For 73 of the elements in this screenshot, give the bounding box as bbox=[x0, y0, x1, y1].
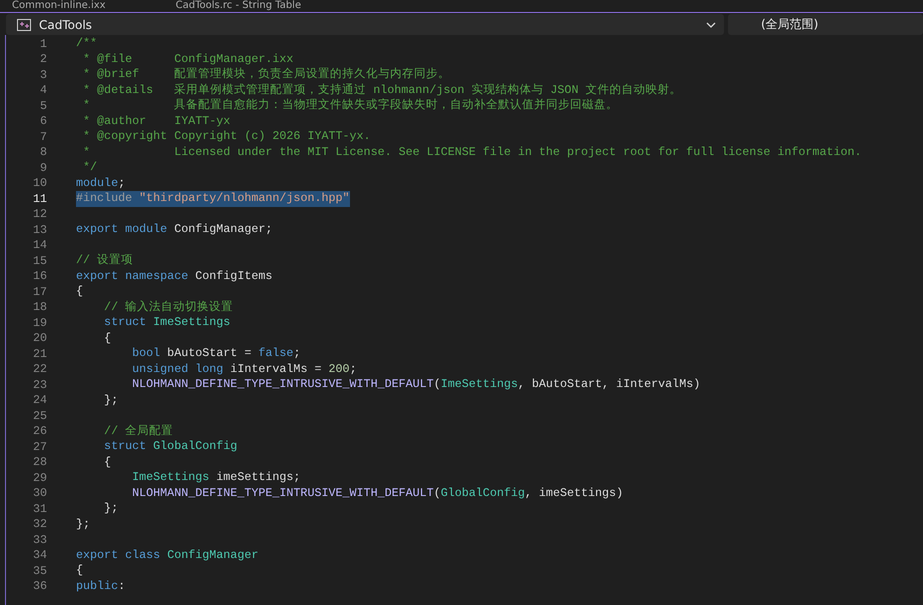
line-number: 2 bbox=[38, 52, 47, 66]
project-icon bbox=[17, 18, 31, 30]
code-line: * @copyright Copyright (c) 2026 IYATT-yx. bbox=[82, 129, 371, 144]
line-number: 13 bbox=[32, 222, 47, 237]
code-line: * Licensed under the MIT License. See LICENSE file in the project root for full license information. bbox=[82, 144, 862, 160]
line-number: 10 bbox=[32, 176, 47, 190]
code-line: * 具备配置自愈能力：当物理文件缺失或字段缺失时，自动补全默认值并同步回磁盘。 bbox=[82, 98, 618, 114]
line-number: 6 bbox=[38, 114, 47, 128]
line-number: 1 bbox=[38, 36, 47, 51]
line-number: 8 bbox=[38, 145, 47, 160]
line-number: 4 bbox=[38, 83, 47, 98]
code-line: NLOHMANN_DEFINE_TYPE_INTRUSIVE_WITH_DEFAULT(GlobalConfig, imeSettings) bbox=[131, 486, 624, 501]
line-number: 20 bbox=[32, 331, 47, 346]
line-number: 31 bbox=[32, 502, 47, 516]
code-line: export namespace ConfigItems bbox=[76, 268, 272, 284]
line-number: 23 bbox=[32, 378, 47, 392]
code-line: * @brief 配置管理模块，负责全局设置的持久化与内存同步。 bbox=[82, 67, 450, 82]
line-number: 16 bbox=[32, 269, 47, 284]
line-number: 11 bbox=[32, 192, 47, 206]
document-tab[interactable]: CadTools.rc - String Table bbox=[176, 0, 302, 12]
code-line: export class ConfigManager bbox=[76, 548, 258, 563]
line-number: 7 bbox=[38, 130, 47, 144]
line-number: 30 bbox=[32, 486, 47, 500]
document-tab[interactable]: Common-inline.ixx bbox=[12, 0, 106, 12]
code-line: * @file ConfigManager.ixx bbox=[82, 52, 294, 67]
line-number: 36 bbox=[32, 579, 47, 594]
code-line: NLOHMANN_DEFINE_TYPE_INTRUSIVE_WITH_DEFAULT(ImeSettings, bAutoStart, iIntervalMs) bbox=[131, 377, 700, 392]
code-line: // 全局配置 bbox=[103, 424, 174, 439]
line-number: 27 bbox=[32, 440, 47, 454]
line-number: 12 bbox=[32, 207, 47, 222]
line-number: 15 bbox=[32, 254, 47, 268]
code-line: { bbox=[103, 330, 112, 346]
code-line: public: bbox=[76, 578, 126, 594]
line-number: 32 bbox=[32, 517, 47, 532]
code-line: { bbox=[76, 284, 84, 300]
line-number: 3 bbox=[38, 68, 47, 82]
chevron-down-icon bbox=[706, 22, 716, 28]
code-line: }; bbox=[103, 501, 118, 516]
line-number: 26 bbox=[32, 424, 47, 438]
line-number: 35 bbox=[32, 564, 47, 578]
line-number: 28 bbox=[32, 455, 47, 470]
code-line: // 输入法自动切换设置 bbox=[103, 300, 234, 315]
code-line: }; bbox=[103, 392, 118, 408]
code-line: struct GlobalConfig bbox=[103, 439, 238, 454]
code-line: /** bbox=[76, 36, 98, 52]
line-number: 34 bbox=[32, 548, 47, 562]
code-line: }; bbox=[76, 516, 90, 532]
code-line: * @author IYATT-yx bbox=[82, 114, 230, 129]
line-number: 17 bbox=[32, 284, 47, 299]
line-number: 33 bbox=[32, 532, 47, 547]
code-line: unsigned long iIntervalMs = 200; bbox=[131, 362, 357, 377]
line-number: 5 bbox=[38, 98, 47, 113]
line-number: 29 bbox=[32, 470, 47, 485]
line-number: 22 bbox=[32, 362, 47, 376]
project-dropdown[interactable]: CadTools bbox=[6, 14, 724, 35]
line-number: 24 bbox=[32, 393, 47, 408]
code-line: bool bAutoStart = false; bbox=[131, 346, 300, 362]
code-line: { bbox=[103, 454, 112, 470]
code-line: */ bbox=[82, 160, 98, 176]
code-line: struct ImeSettings bbox=[103, 315, 230, 330]
line-number: 25 bbox=[32, 408, 47, 423]
code-line: ImeSettings imeSettings; bbox=[131, 470, 300, 486]
line-number: 21 bbox=[32, 346, 47, 361]
code-line: export module ConfigManager; bbox=[76, 222, 272, 238]
line-number: 19 bbox=[32, 316, 47, 330]
line-number: 9 bbox=[38, 160, 47, 175]
code-line: * @details 采用单例模式管理配置项，支持通过 nlohmann/json 实现结构体与 JSON 文件的自动映射。 bbox=[82, 82, 682, 98]
line-number: 14 bbox=[32, 238, 47, 252]
code-line: module; bbox=[76, 176, 126, 191]
line-number: 18 bbox=[32, 300, 47, 314]
scope-dropdown[interactable]: (全局范围) bbox=[728, 14, 923, 35]
code-line: // 设置项 bbox=[76, 253, 134, 268]
code-line: { bbox=[76, 563, 84, 578]
